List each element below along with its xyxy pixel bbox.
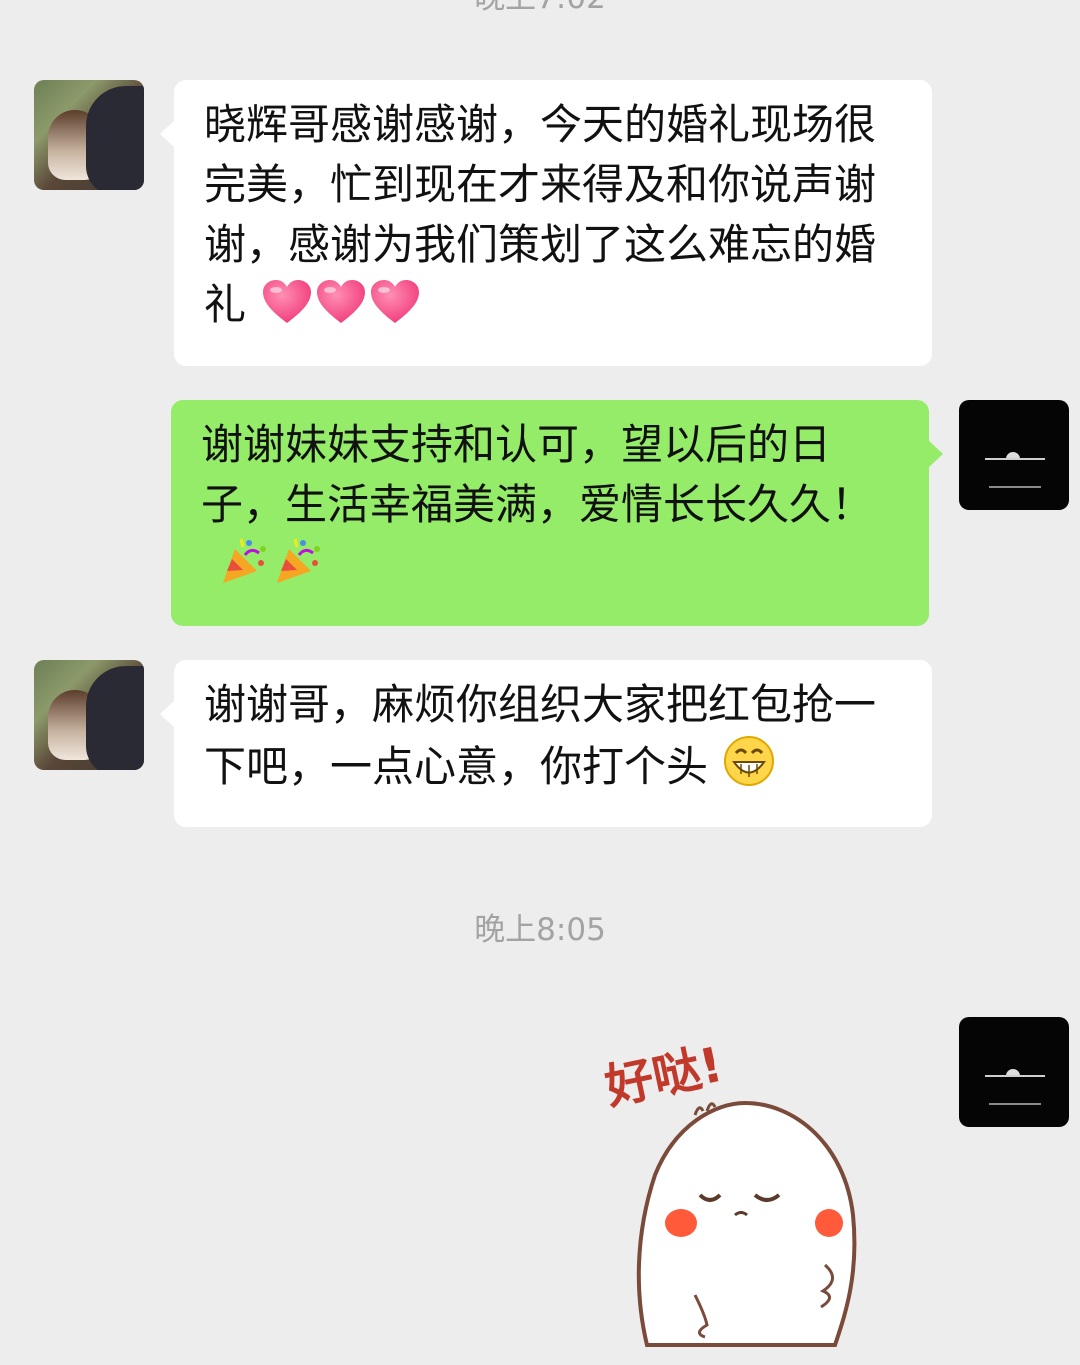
- person-image: [86, 666, 144, 770]
- person-image: [86, 86, 144, 190]
- my-avatar[interactable]: [959, 1017, 1069, 1127]
- message-bubble-incoming[interactable]: 谢谢哥，麻烦你组织大家把红包抢一下吧，一点心意，你打个头: [160, 660, 932, 827]
- logo-caption-line: [989, 1103, 1041, 1105]
- timestamp-middle: 晚上8:05: [474, 912, 606, 948]
- logo-line: [985, 458, 1045, 460]
- logo-line: [985, 1075, 1045, 1077]
- sticker-message[interactable]: 好哒!: [595, 1015, 885, 1360]
- heart-icon: [371, 280, 420, 323]
- contact-avatar[interactable]: [34, 660, 144, 770]
- my-avatar[interactable]: [959, 400, 1069, 510]
- message-bubble-incoming[interactable]: 晓辉哥感谢感谢，今天的婚礼现场很完美，忙到现在才来得及和你说声谢谢，感谢为我们策…: [160, 80, 932, 366]
- message-text: 谢谢妹妹支持和认可，望以后的日子，生活幸福美满，爱情长长久久！: [201, 420, 874, 529]
- party-popper-icon: [277, 538, 320, 583]
- grin-icon: [724, 736, 775, 786]
- message-bubble-outgoing[interactable]: 谢谢妹妹支持和认可，望以后的日子，生活幸福美满，爱情长长久久！: [171, 400, 943, 626]
- sticker-icon: 好哒!: [600, 1037, 857, 1347]
- contact-avatar[interactable]: [34, 80, 144, 190]
- sticker-text: 好哒!: [600, 1037, 728, 1116]
- timestamp-top: 晚上7:02: [0, 0, 1080, 18]
- heart-icon: [263, 280, 312, 323]
- logo-caption-line: [989, 486, 1041, 488]
- party-popper-icon: [223, 538, 266, 583]
- heart-icon: [317, 280, 366, 323]
